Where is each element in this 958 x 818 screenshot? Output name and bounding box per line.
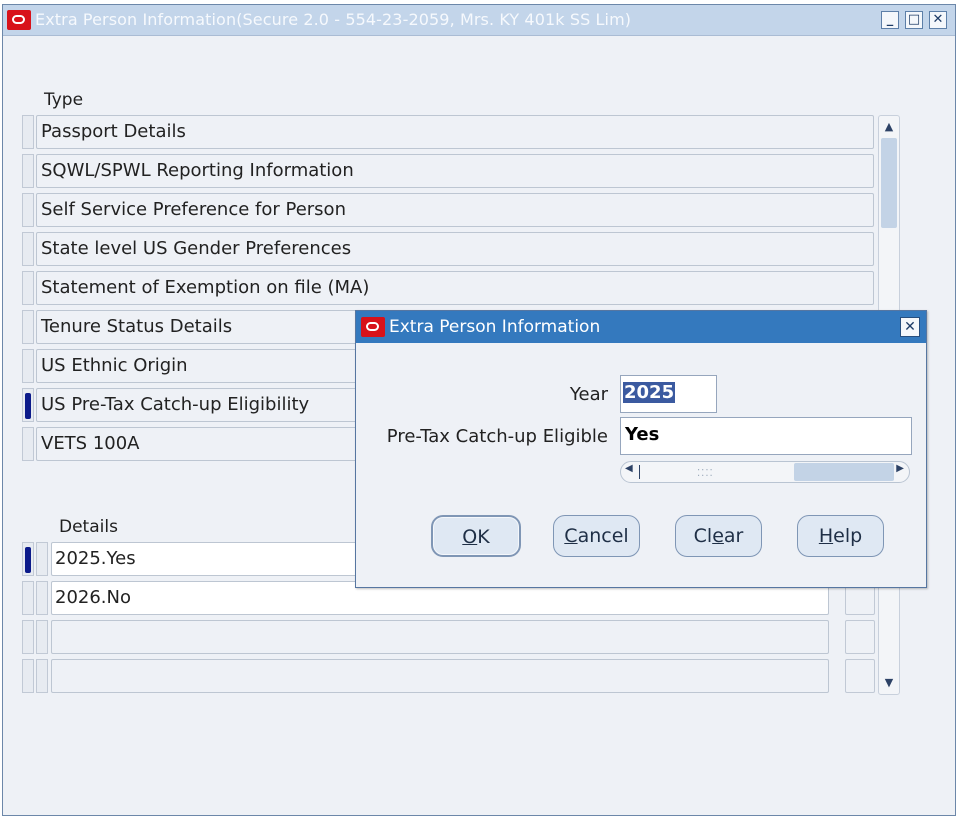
type-row[interactable]: State level US Gender Preferences [36, 232, 874, 266]
detail-row-side-cell[interactable] [845, 659, 875, 693]
year-value: 2025 [623, 382, 676, 403]
detail-row-indicator[interactable] [22, 620, 34, 654]
year-field[interactable]: 2025 [620, 375, 717, 413]
detail-row-marker[interactable] [36, 620, 48, 654]
year-label: Year [569, 384, 608, 405]
row-indicator[interactable] [22, 427, 34, 461]
row-indicator[interactable] [22, 271, 34, 305]
window-title: Extra Person Information(Secure 2.0 - 55… [35, 10, 632, 29]
row-indicator[interactable] [22, 349, 34, 383]
row-indicator[interactable] [22, 154, 34, 188]
clear-button[interactable]: Clear [675, 515, 762, 557]
row-indicator[interactable] [22, 310, 34, 344]
hscroll-thumb[interactable] [794, 463, 894, 481]
cancel-button[interactable]: Cancel [553, 515, 640, 557]
detail-row-marker[interactable] [36, 581, 48, 615]
dialog-title: Extra Person Information [389, 317, 601, 337]
detail-row[interactable] [51, 659, 829, 693]
close-icon[interactable]: ✕ [929, 11, 947, 29]
detail-row-indicator[interactable] [22, 659, 34, 693]
row-indicator[interactable] [22, 193, 34, 227]
row-indicator[interactable] [22, 115, 34, 149]
extra-person-info-dialog: Extra Person Information ✕ Year 2025 Pre… [355, 310, 927, 588]
row-indicator[interactable] [22, 232, 34, 266]
arrow-up-icon[interactable]: ▲ [880, 118, 898, 136]
detail-row-indicator[interactable] [22, 542, 34, 576]
scroll-grip-icon: ⁚⁚⁚⁚ [697, 468, 714, 479]
window-titlebar[interactable]: Extra Person Information(Secure 2.0 - 55… [3, 5, 955, 36]
scrollbar-thumb[interactable] [881, 138, 897, 228]
type-row[interactable]: Statement of Exemption on file (MA) [36, 271, 874, 305]
minimize-icon[interactable]: _ [881, 11, 899, 29]
type-row[interactable]: SQWL/SPWL Reporting Information [36, 154, 874, 188]
oracle-logo-icon [7, 10, 31, 30]
arrow-left-icon[interactable]: ◀ [625, 463, 633, 474]
pretax-eligible-field[interactable]: Yes [620, 417, 912, 455]
detail-row-marker[interactable] [36, 542, 48, 576]
type-section-label: Type [44, 90, 84, 110]
arrow-right-icon[interactable]: ▶ [896, 463, 904, 474]
detail-row-marker[interactable] [36, 659, 48, 693]
close-icon[interactable]: ✕ [900, 317, 920, 337]
row-indicator[interactable] [22, 388, 34, 422]
details-section-label: Details [59, 517, 118, 537]
arrow-down-icon[interactable]: ▼ [880, 674, 898, 692]
help-button[interactable]: Help [797, 515, 884, 557]
detail-row-indicator[interactable] [22, 581, 34, 615]
oracle-logo-icon [361, 317, 385, 337]
pretax-eligible-label: Pre-Tax Catch-up Eligible [386, 426, 608, 447]
dialog-titlebar[interactable]: Extra Person Information ✕ [356, 311, 926, 343]
maximize-icon[interactable]: □ [905, 11, 923, 29]
type-row[interactable]: Passport Details [36, 115, 874, 149]
ok-button[interactable]: OK [431, 515, 521, 557]
scroll-divider [639, 465, 640, 479]
detail-row-side-cell[interactable] [845, 620, 875, 654]
type-row[interactable]: Self Service Preference for Person [36, 193, 874, 227]
detail-row[interactable] [51, 620, 829, 654]
